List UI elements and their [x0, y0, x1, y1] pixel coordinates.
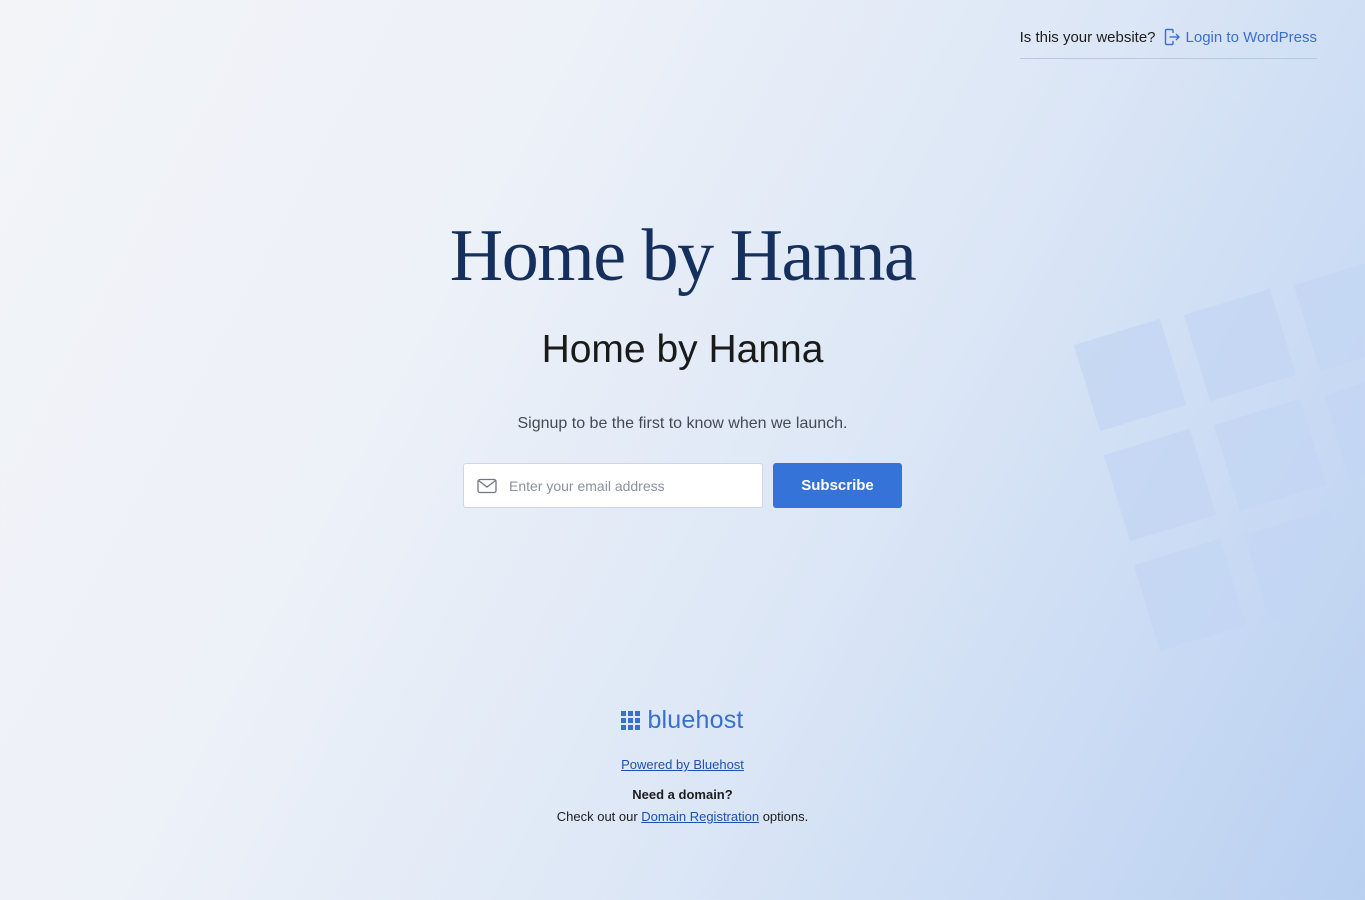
- domain-text-prefix: Check out our: [556, 809, 642, 824]
- domain-text-suffix: options.: [759, 809, 809, 824]
- login-icon: [1164, 28, 1180, 46]
- subscribe-button[interactable]: Subscribe: [773, 463, 902, 508]
- login-wordpress-link[interactable]: Login to WordPress: [1164, 28, 1317, 46]
- owner-question: Is this your website?: [1019, 28, 1156, 46]
- domain-registration-text: Check out our Domain Registration option…: [0, 809, 1365, 824]
- signup-form: Subscribe: [463, 463, 902, 508]
- powered-by-bluehost-link[interactable]: Powered by Bluehost: [621, 757, 744, 772]
- site-title: Home by Hanna: [541, 328, 824, 371]
- signup-tagline: Signup to be the first to know when we l…: [517, 415, 848, 432]
- powered-by: Powered by Bluehost: [0, 757, 1365, 772]
- bluehost-brand-text: bluehost: [647, 706, 744, 734]
- site-logo: Home by Hanna: [449, 215, 917, 297]
- email-field-wrapper: [463, 463, 763, 508]
- email-input[interactable]: [509, 477, 739, 494]
- envelope-icon: [477, 478, 497, 493]
- login-label: Login to WordPress: [1185, 28, 1317, 46]
- bluehost-logo[interactable]: bluehost: [0, 706, 1365, 735]
- domain-registration-link[interactable]: Domain Registration: [641, 809, 759, 824]
- background-grid-pattern: [1073, 258, 1365, 652]
- bluehost-grid-icon: [621, 711, 641, 730]
- website-owner-bar: Is this your website? Login to WordPress: [1019, 28, 1317, 59]
- need-domain-heading: Need a domain?: [632, 787, 733, 802]
